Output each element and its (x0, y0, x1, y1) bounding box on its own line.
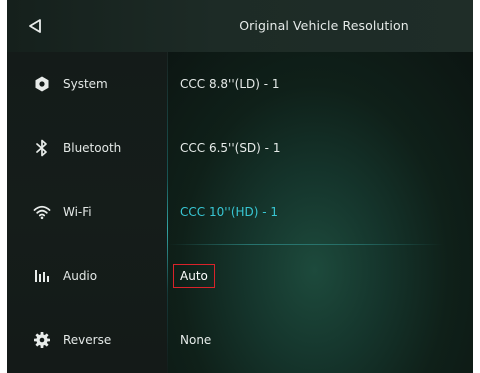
option-label: CCC 8.8''(LD) - 1 (180, 77, 280, 91)
back-triangle-icon (29, 19, 41, 33)
wifi-icon (33, 203, 51, 221)
option-label-selected: CCC 10''(HD) - 1 (180, 205, 279, 219)
option-label-highlighted: Auto (173, 264, 215, 288)
option-label: None (180, 333, 212, 347)
sidebar-item-label: Bluetooth (63, 141, 122, 155)
sidebar-item-label: System (63, 77, 108, 91)
sidebar-item-label: Wi-Fi (63, 205, 92, 219)
option-auto[interactable]: Auto (168, 244, 473, 308)
sidebar: System Bluetooth Wi-Fi Audio Reverse (7, 52, 167, 373)
option-ccc-8-8-ld[interactable]: CCC 8.8''(LD) - 1 (168, 52, 473, 116)
gear-icon (33, 75, 51, 93)
sidebar-item-label: Reverse (63, 333, 112, 347)
back-button[interactable] (21, 12, 49, 40)
option-label: CCC 6.5''(SD) - 1 (180, 141, 281, 155)
sidebar-item-bluetooth[interactable]: Bluetooth (7, 116, 167, 180)
bluetooth-icon (33, 139, 51, 157)
header-bar: Original Vehicle Resolution (7, 0, 473, 52)
sidebar-item-label: Audio (63, 269, 98, 283)
resolution-options-panel: CCC 8.8''(LD) - 1 CCC 6.5''(SD) - 1 CCC … (168, 52, 473, 373)
screen: Original Vehicle Resolution System Bluet… (7, 0, 473, 373)
equalizer-icon (33, 267, 51, 285)
option-none[interactable]: None (168, 308, 473, 372)
sidebar-item-reverse[interactable]: Reverse (7, 308, 167, 372)
sidebar-item-audio[interactable]: Audio (7, 244, 167, 308)
option-ccc-6-5-sd[interactable]: CCC 6.5''(SD) - 1 (168, 116, 473, 180)
gear-icon (33, 331, 51, 349)
page-title: Original Vehicle Resolution (239, 18, 409, 33)
sidebar-item-system[interactable]: System (7, 52, 167, 116)
sidebar-item-wifi[interactable]: Wi-Fi (7, 180, 167, 244)
option-ccc-10-hd[interactable]: CCC 10''(HD) - 1 (168, 180, 473, 244)
